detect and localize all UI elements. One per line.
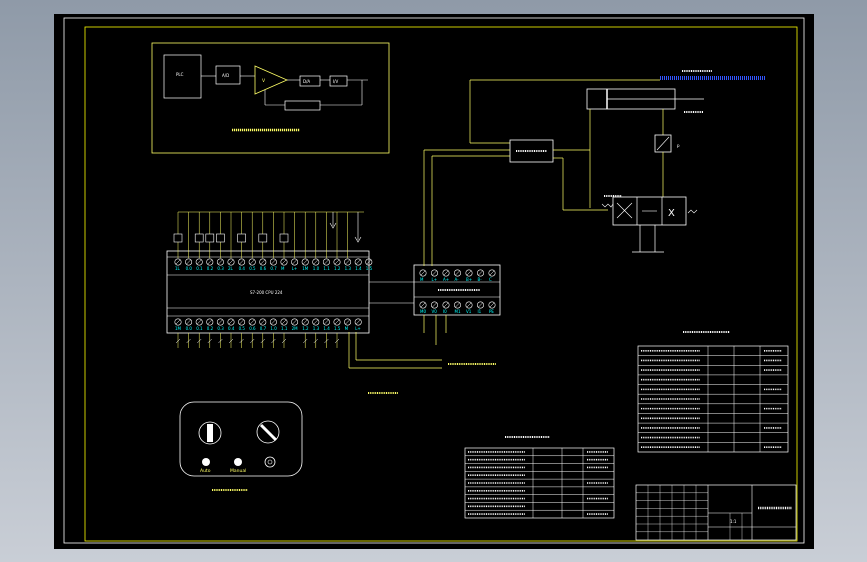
module-bottom-terminal-label: V0 [432, 309, 438, 314]
plc-bottom-terminal-label: 0.7 [260, 326, 267, 331]
plc-top-terminal-label: 0.0 [186, 266, 193, 271]
block-adc-label: A/D [222, 73, 229, 78]
plc-top-terminal-label: M [281, 266, 285, 271]
title-block-scale: 1:1 [730, 519, 737, 524]
module-bottom-terminal-label: M0 [420, 309, 426, 314]
plc-top-terminal-label: 1L [175, 266, 181, 271]
module-top-terminal-label: B+ [466, 277, 472, 282]
plc-bottom-terminal-label: 1.1 [281, 326, 288, 331]
plc-top-terminal-label: 1.3 [345, 266, 352, 271]
plc-top-terminal-label: 0.4 [239, 266, 246, 271]
plc-bottom-terminal-label: 1.2 [302, 326, 309, 331]
plc-bottom-terminal-label: M [345, 326, 349, 331]
plc-top-terminal-label: 1M [302, 266, 309, 271]
plc-bottom-terminal-label: 1.5 [334, 326, 341, 331]
plc-bottom-terminal-label: 0.0 [186, 326, 193, 331]
module-top-terminal-label: M [420, 277, 424, 282]
valve-cross-symbol: X [668, 208, 675, 219]
module-top-terminal-label: C [489, 277, 492, 282]
plc-bottom-terminal-label: 1.4 [323, 326, 330, 331]
plc-bottom-terminal-label: 1.3 [313, 326, 320, 331]
plc-top-terminal-label: 1.2 [334, 266, 341, 271]
module-top-terminal-label: A+ [443, 277, 449, 282]
plc-top-terminal-label: 1.1 [323, 266, 330, 271]
plc-bottom-terminal-label: 0.1 [196, 326, 203, 331]
plc-top-terminal-label: 0.7 [270, 266, 277, 271]
button-manual[interactable] [234, 458, 242, 466]
plc-bottom-terminal-label: 0.3 [217, 326, 224, 331]
input-contact [237, 233, 246, 243]
block-dac-label: D/A [303, 79, 310, 84]
block-iv-label: I/V [333, 79, 339, 84]
button-auto-label: Auto [200, 468, 211, 474]
plc-top-terminal-label: 0.6 [260, 266, 267, 271]
button-auto[interactable] [202, 458, 210, 466]
plc-bottom-terminal-label: 0.5 [239, 326, 246, 331]
plc-bottom-terminal-label: 0.2 [207, 326, 214, 331]
module-bottom-terminal-label: I0 [443, 309, 447, 314]
plc-top-terminal-label: 2L [228, 266, 234, 271]
plc-top-terminal-label: 1.0 [313, 266, 320, 271]
input-contact [205, 233, 215, 243]
plc-bottom-terminal-label: L+ [355, 326, 361, 331]
plc-bottom-terminal-label: 1M [175, 326, 182, 331]
plc-top-terminal-label: 0.2 [207, 266, 214, 271]
input-contact [216, 233, 225, 243]
block-plc-label: PLC [176, 72, 184, 77]
module-top-terminal-label: A- [455, 277, 460, 282]
cad-viewport[interactable]: PLC A/D V D/A I/V p X S7-200 CPU 224 1L … [0, 0, 867, 562]
plc-bottom-terminal-label: 1.0 [270, 326, 277, 331]
button-manual-label: Manual [230, 468, 246, 474]
input-contact [258, 233, 268, 243]
plc-top-terminal-label: 0.5 [249, 266, 256, 271]
plc-top-terminal-label: 1.4 [355, 266, 362, 271]
plc-bottom-terminal-label: 2M [292, 326, 299, 331]
plc-bottom-terminal-label: 0.6 [249, 326, 256, 331]
plc-bottom-terminal-label: 0.4 [228, 326, 235, 331]
module-top-terminal-label: B- [478, 277, 483, 282]
input-contact [194, 233, 204, 243]
input-contact [279, 233, 289, 243]
module-top-terminal-label: L+ [432, 277, 438, 282]
module-bottom-terminal-label: M1 [455, 309, 461, 314]
plc-top-terminal-label: 1.5 [366, 266, 373, 271]
input-contact [173, 233, 183, 243]
module-bottom-terminal-label: I1 [478, 309, 482, 314]
plc-model-label: S7-200 CPU 224 [250, 290, 283, 295]
plc-top-terminal-label: L+ [292, 266, 298, 271]
electrical-schematic-drawing: PLC A/D V D/A I/V p X S7-200 CPU 224 1L … [54, 14, 814, 549]
plc-top-terminal-label: 0.3 [217, 266, 224, 271]
plc-top-terminal-label: 0.1 [196, 266, 203, 271]
module-bottom-terminal-label: PE [489, 309, 494, 314]
module-bottom-terminal-label: V1 [466, 309, 472, 314]
